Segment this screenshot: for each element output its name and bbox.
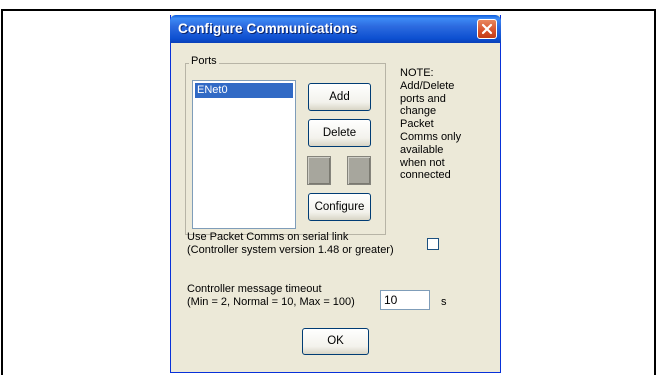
note-line: when not — [400, 156, 445, 169]
note-line: change — [400, 105, 437, 118]
timeout-label: Controller message timeout — [187, 283, 322, 295]
ok-button[interactable]: OK — [302, 328, 369, 355]
dialog-title: Configure Communications — [178, 21, 358, 36]
title-bar[interactable]: Configure Communications — [170, 15, 501, 43]
add-button[interactable]: Add — [308, 83, 371, 111]
note-text: NOTE: Add/Delete ports and change Packet… — [400, 67, 480, 182]
move-down-button[interactable] — [347, 156, 371, 185]
timeout-unit: s — [441, 296, 447, 308]
ports-group-label: Ports — [189, 55, 219, 67]
close-x-icon — [481, 23, 493, 35]
move-up-button[interactable] — [307, 156, 331, 185]
timeout-input[interactable]: 10 — [380, 290, 430, 310]
packet-comms-sublabel: (Controller system version 1.48 or great… — [187, 244, 394, 256]
note-line: ports and — [400, 92, 446, 105]
note-line: available — [400, 143, 444, 156]
note-line: Packet — [400, 118, 434, 131]
note-line: connected — [400, 169, 451, 182]
configure-communications-dialog: Configure Communications Ports ENet0 Add… — [170, 15, 501, 373]
note-line: Comms only — [400, 130, 462, 143]
close-button[interactable] — [477, 19, 497, 39]
packet-comms-checkbox[interactable] — [427, 238, 439, 250]
timeout-sublabel: (Min = 2, Normal = 10, Max = 100) — [187, 296, 355, 308]
list-item-enet0[interactable]: ENet0 — [195, 83, 293, 98]
note-line: Add/Delete — [400, 79, 455, 92]
note-line: NOTE: — [400, 67, 434, 79]
delete-button[interactable]: Delete — [308, 119, 371, 147]
packet-comms-label: Use Packet Comms on serial link — [187, 231, 349, 243]
ports-listbox[interactable]: ENet0 — [192, 80, 296, 229]
configure-button[interactable]: Configure — [308, 193, 371, 221]
